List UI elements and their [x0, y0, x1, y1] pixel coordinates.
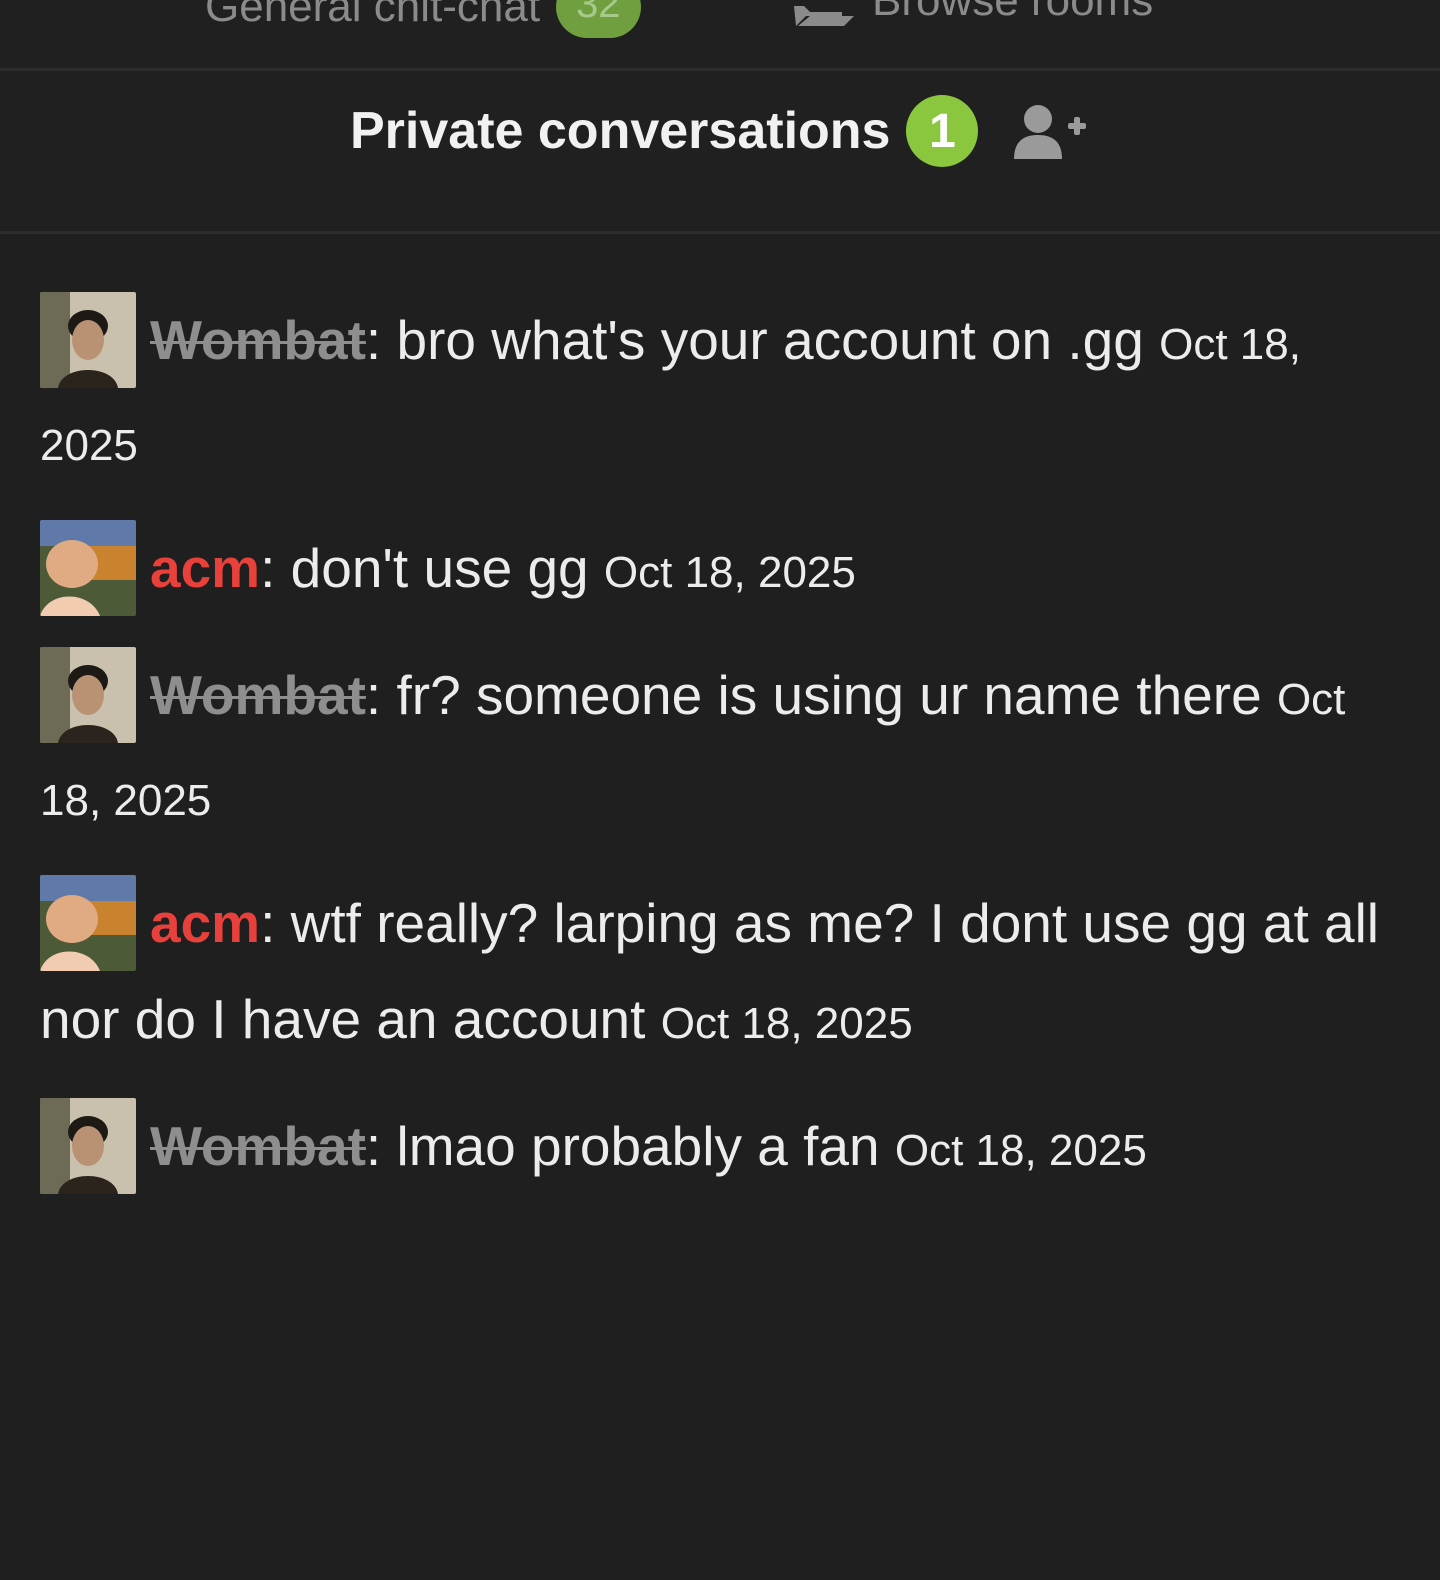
- username-acm[interactable]: acm: [150, 537, 260, 599]
- tab-general-chit-chat[interactable]: General chit-chat 32: [205, 0, 641, 38]
- room-tabs: General chit-chat 32 Browse rooms: [0, 0, 1440, 71]
- avatar[interactable]: [40, 875, 136, 971]
- message-list: Wombat: bro what's your account on .gg O…: [40, 292, 1400, 1225]
- message-item: Wombat: bro what's your account on .gg O…: [40, 292, 1400, 494]
- folder-open-icon: [792, 0, 856, 26]
- message-timestamp: Oct 18, 2025: [660, 999, 913, 1048]
- message-text: : don't use gg: [260, 537, 589, 599]
- message-timestamp: Oct 18, 2025: [894, 1126, 1147, 1175]
- tab-general-count-badge: 32: [556, 0, 641, 38]
- avatar[interactable]: [40, 1098, 136, 1194]
- message-text: : lmao probably a fan: [365, 1115, 880, 1177]
- conversation-header: Private conversations 1: [0, 71, 1440, 234]
- avatar[interactable]: [40, 520, 136, 616]
- username-wombat[interactable]: Wombat: [150, 1115, 366, 1177]
- username-wombat[interactable]: Wombat: [150, 309, 366, 371]
- message-text: : fr? someone is using ur name there: [365, 664, 1262, 726]
- message-text: : bro what's your account on .gg: [365, 309, 1144, 371]
- tab-browse-label: Browse rooms: [872, 0, 1154, 25]
- message-item: acm: wtf really? larping as me? I dont u…: [40, 875, 1400, 1072]
- username-wombat[interactable]: Wombat: [150, 664, 366, 726]
- tab-general-label: General chit-chat: [205, 0, 541, 31]
- message-timestamp: Oct 18, 2025: [603, 548, 856, 597]
- add-user-icon[interactable]: [1012, 101, 1088, 161]
- message-item: Wombat: lmao probably a fan Oct 18, 2025: [40, 1098, 1400, 1199]
- page-title: Private conversations: [350, 102, 891, 160]
- avatar[interactable]: [40, 647, 136, 743]
- message-item: Wombat: fr? someone is using ur name the…: [40, 647, 1400, 849]
- avatar[interactable]: [40, 292, 136, 388]
- unread-count-badge: 1: [906, 95, 979, 167]
- username-acm[interactable]: acm: [150, 892, 260, 954]
- tab-browse-rooms[interactable]: Browse rooms: [792, 0, 1153, 26]
- message-item: acm: don't use gg Oct 18, 2025: [40, 520, 1400, 621]
